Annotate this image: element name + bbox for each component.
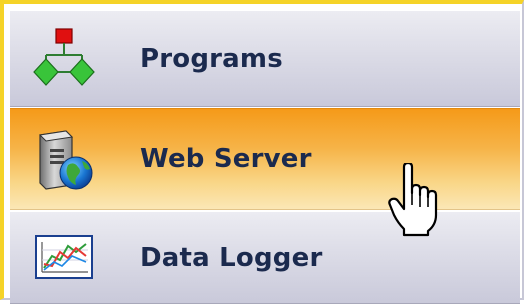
menu-item-label: Data Logger: [140, 242, 323, 273]
chart-graph-icon: [35, 234, 93, 279]
menu-item-programs[interactable]: Programs: [10, 10, 520, 107]
hand-pointer-icon: [388, 163, 438, 237]
menu-item-label: Programs: [140, 43, 283, 74]
flowchart-icon: [33, 27, 95, 86]
navigation-menu: Programs Web Server Data Logger: [8, 8, 520, 304]
menu-item-label: Web Server: [140, 144, 312, 174]
web-server-globe-icon: [38, 130, 93, 190]
navigation-panel-frame: Programs Web Server Data Logger: [0, 0, 524, 304]
